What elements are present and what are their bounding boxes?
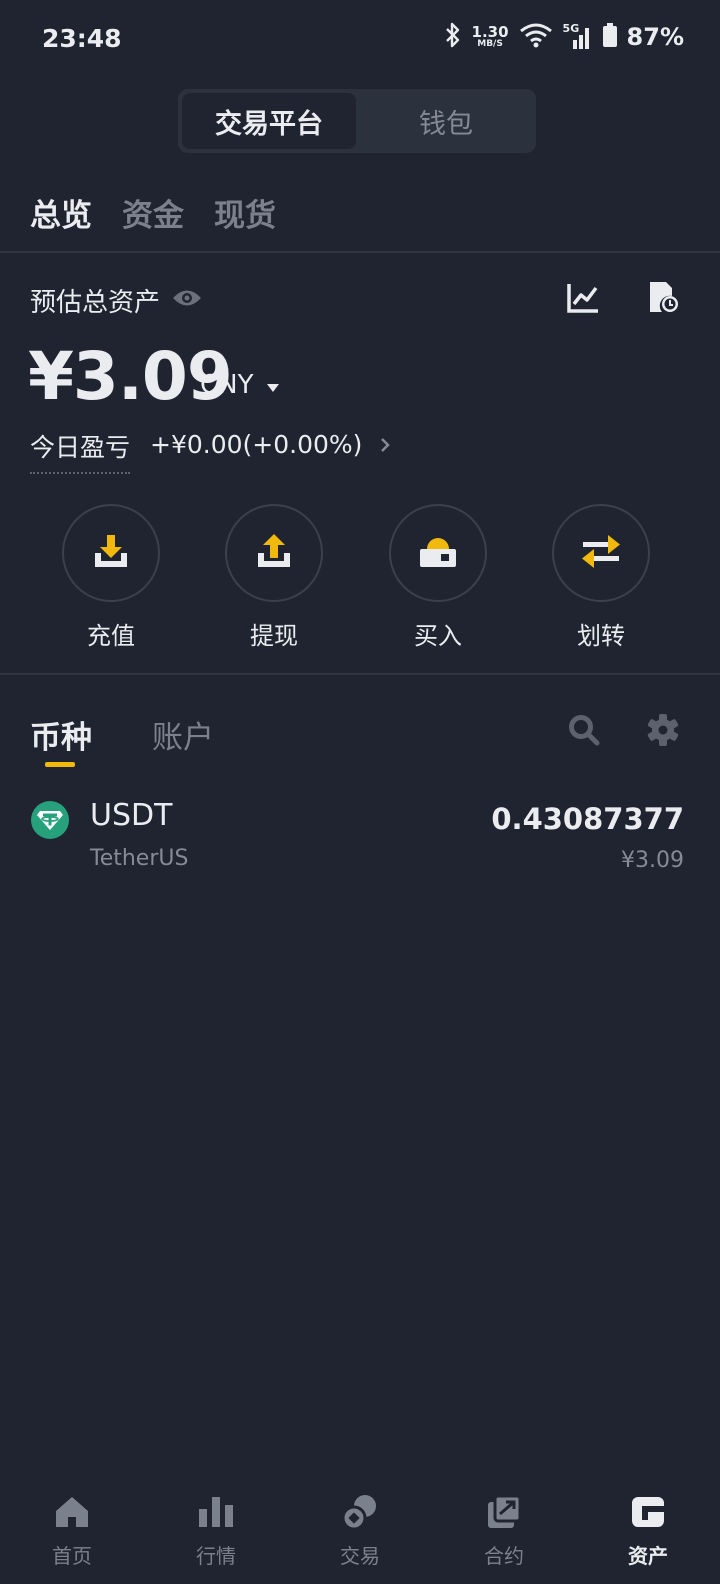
gear-icon[interactable] [646,713,680,751]
transfer-icon [580,531,622,575]
transfer-label: 划转 [577,622,625,650]
tab-coins[interactable]: 币种 [30,712,92,757]
segment-exchange[interactable]: 交易平台 [182,93,356,149]
home-icon [52,1492,92,1532]
deposit-button[interactable]: 充值 [61,504,161,651]
nav-assets[interactable]: 资产 [576,1484,720,1584]
status-bar: 23:48 1.30 MB/S 5G 87% [0,0,720,80]
chevron-right-icon [380,430,391,459]
estimated-assets-header: 预估总资产 [30,282,202,319]
trade-icon [340,1492,380,1532]
network-type: 5G [562,22,580,35]
pnl-label[interactable]: 今日盈亏 [30,428,131,474]
transfer-button[interactable]: 划转 [551,504,651,651]
nav-home[interactable]: 首页 [0,1484,144,1584]
tab-accounts[interactable]: 账户 [152,712,214,757]
currency-label: CNY [200,370,254,400]
nav-assets-label: 资产 [628,1544,668,1568]
history-icon[interactable] [648,280,680,318]
net-speed: 1.30 MB/S [472,25,509,49]
buy-icon [417,531,459,575]
net-speed-unit: MB/S [477,39,503,49]
nav-futures[interactable]: 合约 [432,1484,576,1584]
nav-futures-label: 合约 [484,1544,524,1568]
buy-label: 买入 [414,622,462,650]
caret-down-icon [266,370,280,400]
nav-markets[interactable]: 行情 [144,1484,288,1584]
pnl-value: +¥0.00(+0.00%) [150,430,363,459]
tab-funding[interactable]: 资金 [122,190,184,235]
nav-markets-label: 行情 [196,1544,236,1568]
futures-icon [484,1492,524,1532]
wallet-icon [628,1492,668,1532]
nav-trade[interactable]: 交易 [288,1484,432,1584]
battery-percent: 87% [626,23,684,51]
estimated-assets-label: 预估总资产 [30,288,161,318]
withdraw-label: 提现 [250,622,298,650]
search-icon[interactable] [568,714,600,750]
divider [0,673,720,675]
tether-icon [30,800,70,844]
cellular-icon: 5G [562,22,593,50]
tab-spot[interactable]: 现货 [214,190,276,235]
markets-icon [196,1492,236,1532]
deposit-icon [91,531,131,575]
nav-trade-label: 交易 [340,1544,380,1568]
wifi-icon [519,22,553,52]
platform-switch: 交易平台 钱包 [178,89,536,153]
segment-wallet[interactable]: 钱包 [360,93,532,149]
bottom-nav: 首页 行情 交易 合约 资产 [0,1484,720,1584]
coin-name: TetherUS [90,846,189,871]
coin-value: ¥3.09 [621,848,684,873]
bluetooth-icon [444,22,462,52]
coin-symbol: USDT [90,798,173,833]
tab-indicator [45,762,75,767]
coin-row-usdt[interactable]: USDT TetherUS 0.43087377 ¥3.09 [0,798,720,878]
currency-selector[interactable]: CNY [200,370,280,400]
chart-icon[interactable] [566,282,600,318]
eye-icon[interactable] [172,286,202,316]
withdraw-icon [254,531,294,575]
status-icons: 1.30 MB/S 5G 87% [444,22,684,52]
deposit-label: 充值 [87,622,135,650]
status-time: 23:48 [42,24,122,53]
coin-amount: 0.43087377 [491,802,684,836]
pnl-row[interactable]: +¥0.00(+0.00%) [150,430,391,459]
tab-overview[interactable]: 总览 [30,190,92,235]
net-speed-value: 1.30 [471,23,509,41]
buy-button[interactable]: 买入 [388,504,488,651]
divider [0,251,720,253]
overview-tabs: 总览 资金 现货 [30,190,276,235]
battery-icon [602,23,617,51]
withdraw-button[interactable]: 提现 [224,504,324,651]
nav-home-label: 首页 [52,1544,92,1568]
